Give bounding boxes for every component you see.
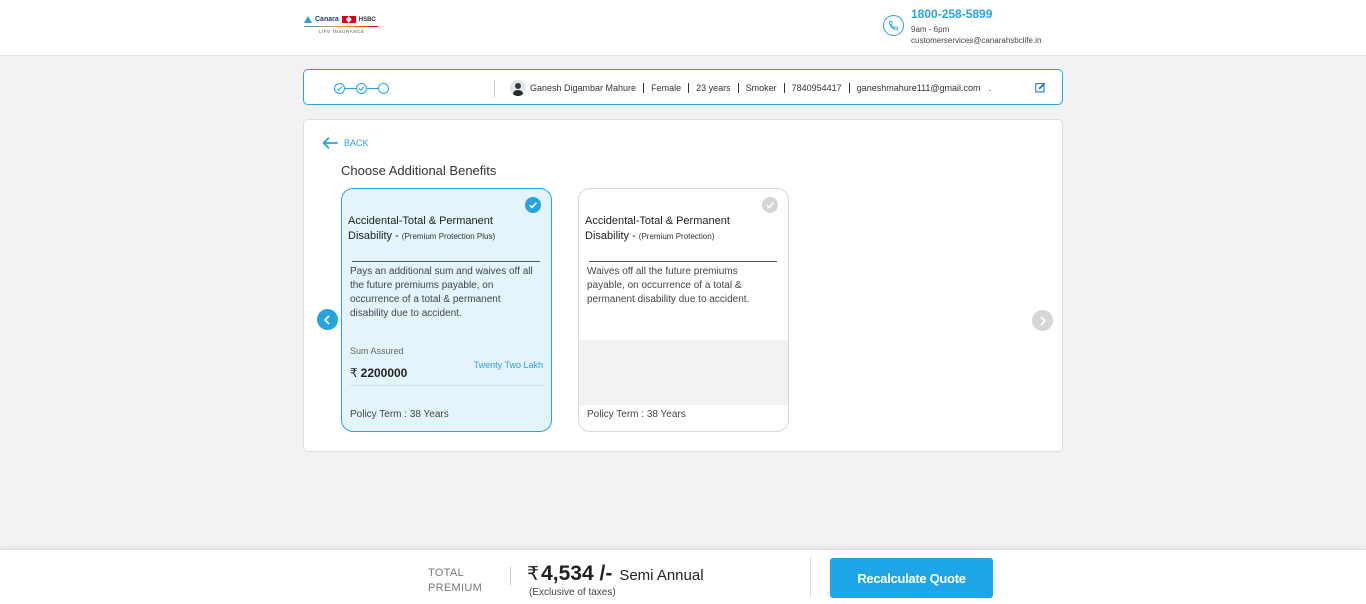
- support-email[interactable]: customerservices@canarahsbclife.in: [911, 36, 1041, 45]
- edit-icon[interactable]: [1035, 80, 1046, 93]
- section-title: Choose Additional Benefits: [341, 163, 497, 178]
- user-gender: Female: [651, 83, 682, 93]
- separator: [737, 83, 739, 93]
- premium-amount: ₹ 4,534 /- Semi Annual: [527, 562, 704, 586]
- phone-number[interactable]: 1800-258-5899: [911, 7, 992, 21]
- carousel-prev-button[interactable]: [317, 309, 338, 330]
- user-age: 23 years: [696, 83, 731, 93]
- sum-assured-words: Twenty Two Lakh: [473, 360, 543, 370]
- benefit-card-premium-protection-plus[interactable]: Accidental-Total & Permanent Disability …: [341, 188, 552, 432]
- rupee-icon: ₹: [350, 366, 358, 380]
- step-2-check-icon: [356, 83, 367, 94]
- site-header: Canara HSBC LIFE INSURANCE 1800-258-5899…: [0, 0, 1366, 56]
- step-3-circle-icon: [378, 83, 389, 94]
- benefit-subtitle: (Premium Protection Plus): [401, 232, 496, 241]
- benefits-panel: BACK Choose Additional Benefits Accident…: [303, 119, 1063, 452]
- step-1-check-icon: [334, 83, 345, 94]
- premium-footer: TOTAL PREMIUM ₹ 4,534 /- Semi Annual (Ex…: [0, 549, 1366, 604]
- progress-stepper: [334, 83, 389, 95]
- separator: [688, 83, 690, 93]
- profile-summary-bar: Ganesh Digambar Mahure Female 23 years S…: [303, 69, 1063, 105]
- card-divider: [589, 261, 777, 262]
- sum-assured-value: ₹2200000: [350, 366, 407, 380]
- premium-value: 4,534 /-: [541, 562, 613, 585]
- support-hours: 9am - 6pm: [911, 25, 950, 34]
- step-connector: [345, 88, 356, 90]
- unselected-check-icon[interactable]: [762, 197, 778, 213]
- tax-note: (Exclusive of taxes): [529, 587, 616, 598]
- benefit-title: Accidental-Total & Permanent Disability …: [585, 214, 775, 244]
- logo-subtitle: LIFE INSURANCE: [319, 29, 365, 34]
- sum-assured-rule: [350, 385, 544, 386]
- policy-term: Policy Term : 38 Years: [587, 409, 686, 420]
- sum-assured-amount: 2200000: [360, 366, 408, 380]
- recalculate-quote-button[interactable]: Recalculate Quote: [830, 558, 993, 598]
- benefit-description: Waives off all the future premiums payab…: [587, 266, 750, 305]
- card-divider: [352, 261, 540, 262]
- footer-divider: [810, 557, 811, 597]
- user-mobile: 7840954417: [791, 83, 842, 93]
- separator: [848, 83, 850, 93]
- separator: [643, 83, 645, 93]
- benefit-title: Accidental-Total & Permanent Disability …: [348, 214, 538, 244]
- logo-rule: [304, 26, 378, 27]
- phone-icon: [883, 15, 904, 36]
- arrow-left-icon: [322, 137, 338, 149]
- logo-brand-row: Canara HSBC: [304, 16, 378, 23]
- avatar: [510, 80, 526, 96]
- selected-check-icon[interactable]: [525, 197, 541, 213]
- contact-info: 1800-258-5899 9am - 6pm customerservices…: [883, 6, 1073, 48]
- sum-assured-placeholder: [579, 340, 788, 405]
- premium-frequency: Semi Annual: [619, 567, 704, 584]
- benefit-description: Pays an additional sum and waives off al…: [350, 266, 533, 319]
- chevron-left-icon: [323, 314, 330, 325]
- back-button[interactable]: BACK: [322, 137, 369, 149]
- email-trail: .: [988, 83, 992, 93]
- benefit-subtitle: (Premium Protection): [638, 232, 715, 241]
- logo-partner-text: HSBC: [358, 16, 376, 23]
- policy-term: Policy Term : 38 Years: [350, 409, 449, 420]
- canara-logo-icon: [304, 16, 312, 23]
- user-email: ganeshmahure111@gmail.com: [856, 83, 981, 93]
- hsbc-hexagon-icon: [341, 16, 356, 23]
- total-premium-label: TOTAL PREMIUM: [428, 567, 483, 594]
- rupee-icon: ₹: [527, 564, 540, 585]
- profile-divider: [494, 80, 495, 97]
- step-connector: [367, 88, 378, 90]
- footer-divider: [510, 567, 511, 585]
- logo-brand-text: Canara: [315, 16, 339, 23]
- separator: [783, 83, 785, 93]
- carousel-next-button[interactable]: [1032, 310, 1053, 331]
- sum-assured-label: Sum Assured: [350, 346, 404, 356]
- canara-hsbc-logo[interactable]: Canara HSBC LIFE INSURANCE: [304, 16, 378, 42]
- chevron-right-icon: [1040, 315, 1047, 326]
- back-label: BACK: [344, 138, 369, 148]
- user-name: Ganesh Digambar Mahure: [530, 83, 637, 93]
- user-smoker-status: Smoker: [745, 83, 777, 93]
- benefit-card-premium-protection[interactable]: Accidental-Total & Permanent Disability …: [578, 188, 789, 432]
- user-details: Ganesh Digambar Mahure Female 23 years S…: [510, 79, 991, 97]
